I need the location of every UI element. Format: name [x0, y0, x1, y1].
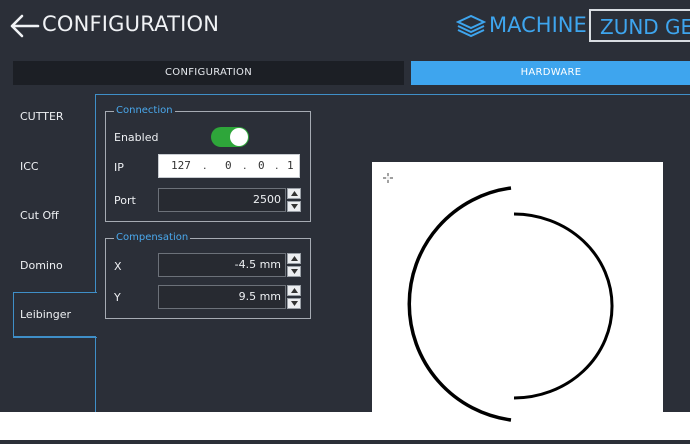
bottom-overlay [0, 412, 372, 440]
sidebar-item-icc[interactable]: ICC [20, 160, 39, 173]
preview-drawing [383, 173, 614, 422]
crosshair-icon [383, 173, 393, 183]
y-label: Y [114, 291, 121, 304]
compensation-title: Compensation [114, 231, 191, 245]
x-increment[interactable] [287, 253, 301, 264]
triangle-down-icon [291, 269, 298, 274]
port-stepper[interactable] [287, 188, 301, 212]
ip-octet-1[interactable]: 127 [171, 159, 191, 172]
triangle-up-icon [291, 191, 298, 196]
tab-hardware[interactable]: HARDWARE [411, 61, 690, 85]
triangle-down-icon [291, 204, 298, 209]
sidebar-item-leibinger[interactable]: Leibinger [20, 308, 71, 321]
enabled-toggle[interactable] [211, 127, 249, 147]
left-arc [407, 186, 512, 422]
x-offset-stepper[interactable] [287, 253, 301, 277]
y-offset-stepper[interactable] [287, 285, 301, 309]
triangle-up-icon [291, 256, 298, 261]
x-label: X [114, 260, 122, 273]
ip-input[interactable]: 127 . 0 . 0 . 1 [158, 154, 300, 178]
y-decrement[interactable] [287, 298, 301, 309]
machine-stack-icon [455, 13, 487, 39]
page-title: CONFIGURATION [42, 12, 220, 36]
right-arc [513, 212, 614, 400]
ip-dot: . [275, 159, 279, 172]
enabled-label: Enabled [114, 131, 159, 144]
port-input[interactable]: 2500 [158, 188, 286, 212]
ip-dot: . [243, 159, 247, 172]
y-offset-input[interactable]: 9.5 mm [158, 285, 286, 309]
x-decrement[interactable] [287, 266, 301, 277]
ip-dot: . [203, 159, 207, 172]
ip-octet-2[interactable]: 0 [225, 159, 232, 172]
port-label: Port [114, 194, 136, 207]
preview-canvas[interactable] [372, 162, 663, 440]
toggle-knob [230, 128, 248, 146]
y-increment[interactable] [287, 285, 301, 296]
connection-title: Connection [114, 104, 175, 118]
ip-octet-4[interactable]: 1 [287, 159, 294, 172]
sidebar-item-cutter[interactable]: CUTTER [20, 110, 64, 123]
ip-label: IP [114, 161, 124, 174]
device-name: ZUND GEN [600, 15, 690, 39]
sidebar-item-cut-off[interactable]: Cut Off [20, 209, 59, 222]
tab-configuration[interactable]: CONFIGURATION [13, 61, 404, 85]
back-arrow-icon[interactable] [8, 12, 40, 40]
machine-label[interactable]: MACHINE [489, 13, 587, 37]
sidebar-divider [13, 336, 96, 337]
port-increment[interactable] [287, 188, 301, 199]
device-selector[interactable]: ZUND GEN [589, 9, 690, 42]
sidebar-item-domino[interactable]: Domino [20, 259, 63, 272]
bottom-overlay-right [663, 412, 690, 440]
app-header: CONFIGURATION MACHINE ZUND GEN [0, 0, 690, 54]
triangle-up-icon [291, 288, 298, 293]
x-offset-input[interactable]: -4.5 mm [158, 253, 286, 277]
triangle-down-icon [291, 301, 298, 306]
port-decrement[interactable] [287, 201, 301, 212]
ip-octet-3[interactable]: 0 [258, 159, 265, 172]
